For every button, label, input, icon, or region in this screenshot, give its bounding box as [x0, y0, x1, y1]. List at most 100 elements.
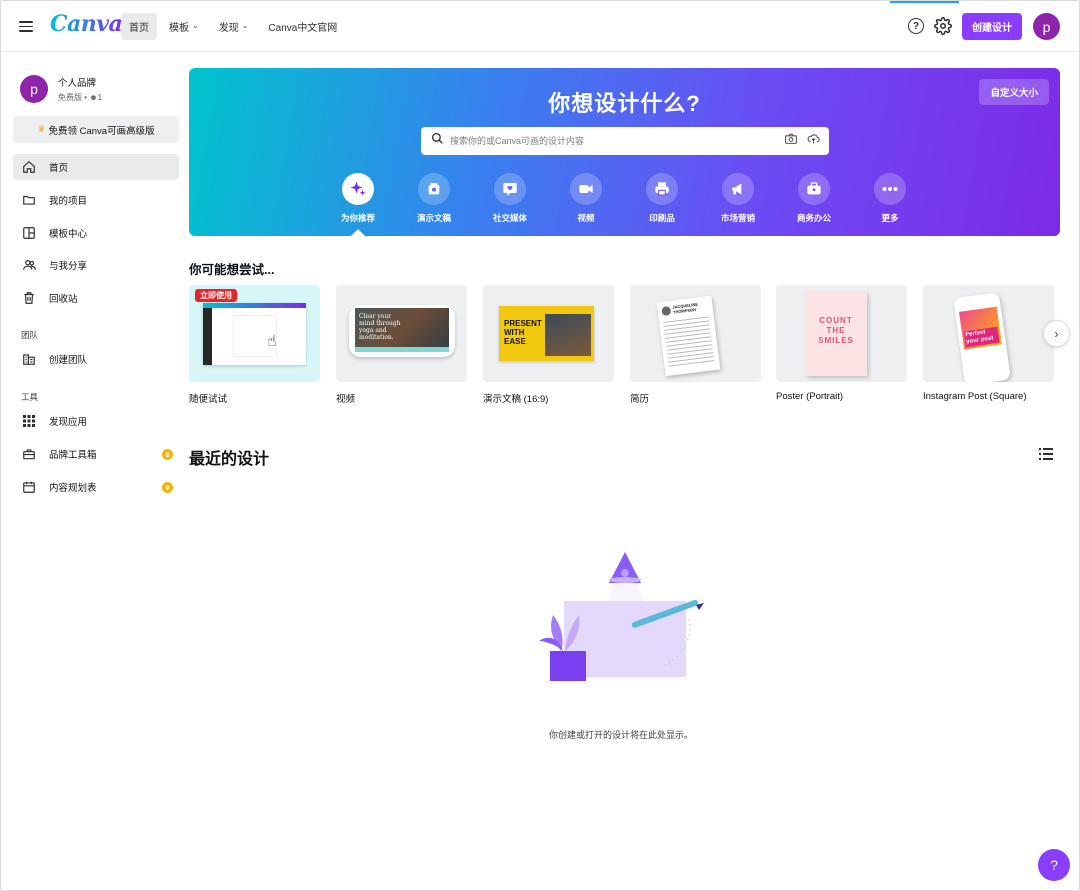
video-preview-text: Clear your mind through yoga and meditat… — [359, 313, 401, 341]
sidebar-item-label: 模板中心 — [49, 229, 88, 240]
sidebar-item-label: 内容规划表 — [49, 483, 97, 494]
suggestion-card-instagram[interactable]: Perfect your post Instagram Post (Square… — [923, 285, 1054, 402]
sidebar-item-brand-kit[interactable]: 品牌工具箱 ♛ — [13, 441, 179, 467]
premium-crown-icon: ♛ — [162, 482, 173, 493]
category-label: 演示文稿 — [416, 213, 451, 223]
empty-state-text: 你创建或打开的设计将在此处显示。 — [548, 730, 693, 740]
sidebar-item-shared[interactable]: 与我分享 — [13, 252, 179, 278]
custom-size-button[interactable]: 自定义大小 — [979, 79, 1049, 105]
sidebar-item-apps[interactable]: 发现应用 — [13, 408, 179, 434]
person-icon: ☻ — [89, 93, 98, 102]
trash-icon — [21, 290, 37, 306]
top-nav: 首页 模板 ⌄ 发现 ⌄ Canva中文官网 — [121, 13, 345, 40]
card-thumbnail: JACQUELINE THOMPSON — [630, 285, 761, 382]
sidebar-item-create-team[interactable]: 创建团队 — [13, 346, 179, 372]
nav-label: Canva中文官网 — [268, 23, 338, 34]
category-social-media[interactable]: 社交媒体 — [475, 173, 545, 224]
nav-label: 发现 — [218, 23, 239, 34]
card-thumbnail: PRESENT WITH EASE — [483, 285, 614, 382]
chevron-right-icon: › — [1054, 326, 1059, 341]
team-switcher[interactable]: p 个人品牌 免费版 • ☻1 — [20, 75, 102, 103]
sidebar-item-templates[interactable]: 模板中心 — [13, 220, 179, 246]
editor-sidebar — [203, 308, 212, 365]
suggestion-card-try[interactable]: ☝ 立即使用 随便试试 — [189, 285, 320, 405]
canva-logo[interactable]: Canva — [50, 11, 123, 37]
help-circle-icon[interactable]: ? — [908, 18, 924, 34]
instagram-preview-text: Perfect your post — [963, 326, 1000, 348]
search-icon — [431, 132, 444, 150]
chevron-down-icon: ⌄ — [241, 21, 249, 30]
category-label: 印刷品 — [649, 213, 675, 223]
calendar-icon — [21, 479, 37, 495]
settings-gear-icon[interactable] — [934, 17, 952, 35]
resume-text-lines — [663, 316, 715, 368]
card-label: 视频 — [336, 394, 356, 405]
resume-preview: JACQUELINE THOMPSON — [656, 295, 721, 377]
presentation-icon — [418, 173, 450, 205]
nav-home[interactable]: 首页 — [121, 13, 157, 40]
briefcase-icon — [798, 173, 830, 205]
empty-state-illustration — [531, 549, 706, 694]
user-avatar[interactable]: p — [1033, 13, 1060, 40]
printer-icon — [646, 173, 678, 205]
sidebar-item-label: 创建团队 — [49, 355, 88, 366]
top-header: Canva 首页 模板 ⌄ 发现 ⌄ Canva中文官网 ? 创建设计 p — [1, 1, 1079, 52]
sidebar-item-home[interactable]: 首页 — [13, 154, 179, 180]
card-thumbnail: Clear your mind through yoga and meditat… — [336, 285, 467, 382]
megaphone-icon — [722, 173, 754, 205]
category-label: 社交媒体 — [492, 213, 527, 223]
left-sidebar: p 个人品牌 免费版 • ☻1 ♛ 免费领 Canva可画高级版 首页 我的项目 … — [1, 53, 189, 890]
sidebar-item-content-planner[interactable]: 内容规划表 ♛ — [13, 474, 179, 500]
hamburger-menu-icon[interactable] — [19, 18, 33, 34]
suggestions-heading: 你可能想尝试... — [189, 263, 275, 277]
create-design-button[interactable]: 创建设计 — [962, 13, 1022, 40]
resume-photo — [661, 306, 672, 317]
suggestion-card-poster[interactable]: COUNT THE SMILES Poster (Portrait) — [776, 285, 907, 402]
carousel-next-button[interactable]: › — [1043, 320, 1070, 347]
suggestion-card-resume[interactable]: JACQUELINE THOMPSON 简历 — [630, 285, 761, 405]
editor-preview: ☝ — [203, 303, 306, 365]
category-print[interactable]: 印刷品 — [627, 173, 697, 224]
floating-help-button[interactable]: ? — [1038, 849, 1070, 881]
sidebar-item-label: 我的项目 — [49, 196, 88, 207]
sidebar-item-trash[interactable]: 回收站 — [13, 285, 179, 311]
section-tools-heading: 工具 — [21, 392, 39, 402]
camera-search-icon[interactable] — [784, 132, 798, 150]
slide-preview: PRESENT WITH EASE — [499, 306, 594, 361]
category-video[interactable]: 视频 — [551, 173, 621, 224]
card-thumbnail: COUNT THE SMILES — [776, 285, 907, 382]
team-name: 个人品牌 — [58, 78, 97, 89]
category-for-you[interactable]: 为你推荐 — [323, 173, 393, 224]
card-label: Poster (Portrait) — [776, 391, 844, 402]
category-label: 为你推荐 — [340, 213, 375, 223]
poster-preview-text: COUNT THE SMILES — [818, 316, 854, 345]
card-label: 演示文稿 (16:9) — [483, 394, 549, 405]
sidebar-item-label: 首页 — [49, 163, 69, 174]
nav-official-site[interactable]: Canva中文官网 — [260, 13, 345, 40]
suggestion-card-presentation[interactable]: PRESENT WITH EASE 演示文稿 (16:9) — [483, 285, 614, 405]
folder-icon — [21, 192, 37, 208]
apps-grid-icon — [21, 413, 37, 429]
category-more[interactable]: 更多 — [855, 173, 925, 224]
upgrade-promo-button[interactable]: ♛ 免费领 Canva可画高级版 — [13, 116, 179, 143]
home-icon — [21, 159, 37, 175]
slide-photo — [545, 314, 591, 356]
card-label: Instagram Post (Square) — [923, 391, 1027, 402]
sidebar-item-projects[interactable]: 我的项目 — [13, 187, 179, 213]
category-presentation[interactable]: 演示文稿 — [399, 173, 469, 224]
upload-cloud-icon[interactable] — [806, 132, 821, 150]
video-preview: Clear your mind through yoga and meditat… — [355, 308, 449, 352]
nav-templates[interactable]: 模板 ⌄ — [161, 13, 207, 40]
canva-home-window: Canva 首页 模板 ⌄ 发现 ⌄ Canva中文官网 ? 创建设计 p p 个人… — [0, 0, 1080, 891]
list-view-icon[interactable] — [1039, 447, 1055, 463]
category-label: 市场营销 — [720, 213, 755, 223]
video-timeline — [355, 347, 449, 352]
poster-preview: COUNT THE SMILES — [805, 292, 867, 376]
video-icon — [570, 173, 602, 205]
category-marketing[interactable]: 市场营销 — [703, 173, 773, 224]
suggestion-card-video[interactable]: Clear your mind through yoga and meditat… — [336, 285, 467, 405]
search-input[interactable] — [450, 136, 784, 146]
nav-discover[interactable]: 发现 ⌄ — [211, 13, 257, 40]
category-business[interactable]: 商务办公 — [779, 173, 849, 224]
hero-banner: 你想设计什么? 自定义大小 为你推荐 演示文稿 社交媒体 视频 — [189, 68, 1060, 236]
